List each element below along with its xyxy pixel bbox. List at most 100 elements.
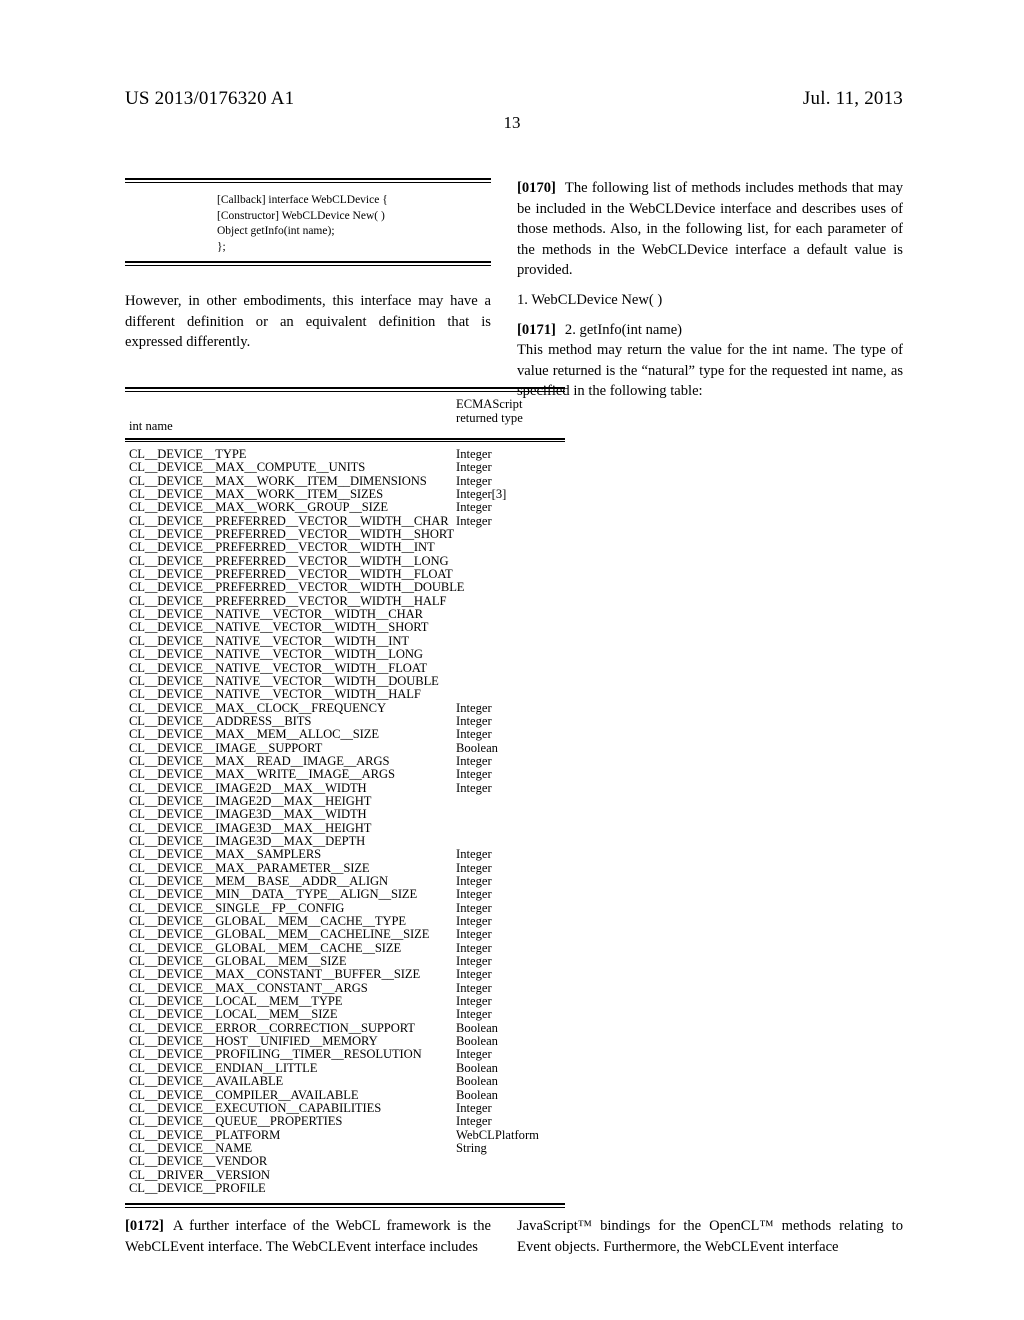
table-cell-returned-type: Boolean	[456, 1020, 498, 1035]
table-row: CL__DEVICE__IMAGE2D__MAX__HEIGHT	[125, 794, 565, 808]
code-block: [Callback] interface WebCLDevice { [Cons…	[125, 178, 491, 266]
table-cell-returned-type: Integer	[456, 447, 492, 461]
table-row: CL__DEVICE__IMAGE2D__MAX__WIDTH Integer	[125, 781, 565, 795]
table-cell-returned-type: Integer	[456, 967, 492, 982]
table-cell-returned-type: Integer	[456, 700, 492, 715]
table-row: CL__DEVICE__GLOBAL__MEM__CACHE__SIZE Inte…	[125, 940, 565, 955]
table-cell-int-name: CL__DEVICE__MAX__COMPUTE__UNITS	[129, 460, 366, 475]
table-cell-returned-type: WebCLPlatform	[456, 1127, 539, 1142]
table-cell-int-name: CL__DEVICE__ADDRESS__BITS	[129, 713, 312, 728]
table-row: CL__DEVICE__NATIVE__VECTOR__WIDTH__FLOAT	[125, 661, 565, 675]
table-row: CL__DEVICE__PREFERRED__VECTOR__WIDTH__CH…	[125, 514, 565, 528]
table-cell-int-name: CL__DEVICE__MAX__PARAMETER__SIZE	[129, 860, 370, 875]
table-row: CL__DEVICE__MAX__SAMPLERS Integer	[125, 847, 565, 862]
table-cell-int-name: CL__DEVICE__PREFERRED__VECTOR__WIDTH__DO…	[129, 580, 465, 595]
table-cell-returned-type: Integer	[456, 980, 492, 995]
table-cell-int-name: CL__DEVICE__IMAGE3D__MAX__HEIGHT	[129, 820, 372, 835]
table-cell-int-name: CL__DEVICE__GLOBAL__MEM__CACHE__SIZE	[129, 940, 402, 955]
paragraph-0171-item: 2. getInfo(int name)	[564, 321, 683, 338]
table-cell-int-name: CL__DEVICE__PLATFORM	[129, 1127, 281, 1142]
table-cell-int-name: CL__DEVICE__MIN__DATA__TYPE__ALIGN__SIZE	[129, 887, 418, 902]
table-header-returned-type-line1: ECMAScript	[456, 397, 523, 411]
table-row: CL__DEVICE__PREFERRED__VECTOR__WIDTH__DO…	[125, 580, 565, 595]
table-cell-int-name: CL__DEVICE__PROFILING__TIMER__RESOLUTION	[129, 1047, 422, 1062]
table-cell-returned-type: Integer	[456, 994, 492, 1009]
list-item-1: 1. WebCLDevice New( )	[517, 291, 663, 308]
table-row: CL__DEVICE__MAX__WORK__ITEM__DIMENSIONS I…	[125, 473, 565, 488]
table-cell-returned-type: Integer	[456, 473, 492, 488]
table-row: CL__DEVICE__PROFILE	[125, 1181, 565, 1195]
table-cell-int-name: CL__DEVICE__ENDIAN__LITTLE	[129, 1060, 318, 1075]
code-block-bottom-rule	[125, 261, 491, 266]
table-row: CL__DEVICE__PREFERRED__VECTOR__WIDTH__IN…	[125, 540, 565, 555]
table-cell-returned-type: Integer[3]	[456, 487, 507, 502]
paragraph-0170-text: The following list of methods includes m…	[517, 180, 903, 279]
code-line: [Constructor] WebCLDevice New( )	[217, 209, 385, 222]
table-row: CL__DEVICE__GLOBAL__MEM__SIZE Integer	[125, 954, 565, 968]
code-line: [Callback] interface WebCLDevice {	[217, 194, 388, 206]
table-row: CL__DEVICE__NATIVE__VECTOR__WIDTH__INT	[125, 633, 565, 648]
table-row: CL__DEVICE__MIN__DATA__TYPE__ALIGN__SIZE…	[125, 887, 565, 902]
table-cell-int-name: CL__DEVICE__PREFERRED__VECTOR__WIDTH__FL…	[129, 567, 453, 582]
table-cell-int-name: CL__DEVICE__NATIVE__VECTOR__WIDTH__INT	[129, 633, 409, 648]
table-cell-int-name: CL__DEVICE__COMPILER__AVAILABLE	[129, 1087, 359, 1102]
table-row: CL__DEVICE__PREFERRED__VECTOR__WIDTH__LO…	[125, 554, 565, 568]
table-cell-returned-type: Boolean	[456, 740, 498, 755]
table-header-returned-type-line2: returned type	[456, 410, 523, 425]
table-cell-returned-type: Integer	[456, 860, 492, 875]
table-cell-int-name: CL__DEVICE__NATIVE__VECTOR__WIDTH__DOUBL…	[129, 673, 439, 688]
paragraph-0172: [0172] A further interface of the WebCL f…	[125, 1216, 491, 1257]
table-row: CL__DEVICE__IMAGE__SUPPORT Boolean	[125, 740, 565, 755]
table-cell-returned-type: Integer	[456, 874, 492, 888]
table-row: CL__DEVICE__NAME String	[125, 1141, 565, 1155]
table-row: CL__DEVICE__EXECUTION__CAPABILITIES Integ…	[125, 1101, 565, 1115]
table-cell-int-name: CL__DEVICE__MAX__READ__IMAGE__ARGS	[129, 753, 390, 768]
table-cell-int-name: CL__DEVICE__NATIVE__VECTOR__WIDTH__CHAR	[129, 607, 423, 622]
table-cell-int-name: CL__DEVICE__PREFERRED__VECTOR__WIDTH__IN…	[129, 540, 435, 555]
left-paragraph: However, in other embodiments, this inte…	[125, 293, 491, 350]
table-row: CL__DEVICE__MAX__READ__IMAGE__ARGS Intege…	[125, 753, 565, 768]
table-cell-returned-type: Integer	[456, 914, 492, 929]
table-cell-int-name: CL__DEVICE__PREFERRED__VECTOR__WIDTH__HA…	[129, 593, 447, 608]
table-row: CL__DEVICE__SINGLE__FP__CONFIG Integer	[125, 901, 565, 915]
table-cell-int-name: CL__DRIVER__VERSION	[129, 1167, 270, 1182]
paragraph-0171-text: This method may return the value for the…	[517, 342, 903, 400]
table-row: CL__DEVICE__GLOBAL__MEM__CACHE__TYPE Inte…	[125, 914, 565, 929]
table-cell-int-name: CL__DEVICE__IMAGE3D__MAX__WIDTH	[129, 807, 367, 822]
publication-date: Jul. 11, 2013	[802, 88, 903, 109]
table-cell-returned-type: Integer	[456, 887, 492, 902]
table-cell-returned-type: Integer	[456, 1047, 492, 1062]
table-cell-returned-type: Integer	[456, 767, 492, 782]
left-column: [Callback] interface WebCLDevice { [Cons…	[125, 178, 491, 353]
footer-left-column: [0172] A further interface of the WebCL f…	[125, 1216, 491, 1257]
int-name-type-table: int name ECMAScript returned type CL__DE…	[125, 387, 565, 1209]
table-cell-int-name: CL__DEVICE__MAX__WRITE__IMAGE__ARGS	[129, 767, 395, 782]
table-cell-returned-type: Boolean	[456, 1034, 498, 1049]
table-row: CL__DEVICE__TYPE Integer	[125, 447, 565, 461]
table-row: CL__DEVICE__LOCAL__MEM__TYPE Integer	[125, 994, 565, 1009]
footer-right-column: JavaScript™ bindings for the OpenCL™ met…	[517, 1216, 903, 1257]
paragraph-0171-heading: [0171] 2. getInfo(int name)	[517, 320, 903, 341]
table-row: CL__DEVICE__PREFERRED__VECTOR__WIDTH__HA…	[125, 593, 565, 608]
page-number: 13	[503, 113, 521, 132]
table-row: CL__DEVICE__ERROR__CORRECTION__SUPPORT Bo…	[125, 1020, 565, 1035]
table-cell-returned-type: Integer	[456, 1007, 492, 1022]
table-cell-int-name: CL__DEVICE__PREFERRED__VECTOR__WIDTH__SH…	[129, 527, 454, 542]
table-row: CL__DEVICE__ADDRESS__BITS Integer	[125, 713, 565, 728]
table-bottom-rule	[125, 1203, 565, 1209]
table-row: CL__DEVICE__MAX__WRITE__IMAGE__ARGS Integ…	[125, 767, 565, 782]
table-cell-returned-type: Integer	[456, 940, 492, 955]
table-cell-int-name: CL__DEVICE__HOST__UNIFIED__MEMORY	[129, 1034, 378, 1049]
table-row: CL__DEVICE__MAX__MEM__ALLOC__SIZE Integer	[125, 727, 565, 742]
table-cell-returned-type: Integer	[456, 753, 492, 768]
table-cell-returned-type: Integer	[456, 847, 492, 862]
table-cell-int-name: CL__DEVICE__MAX__WORK__GROUP__SIZE	[129, 500, 388, 515]
table-cell-int-name: CL__DEVICE__GLOBAL__MEM__CACHE__TYPE	[129, 914, 406, 929]
table-cell-int-name: CL__DEVICE__TYPE	[129, 447, 247, 461]
table-cell-int-name: CL__DEVICE__MAX__MEM__ALLOC__SIZE	[129, 727, 379, 742]
table-row: CL__DEVICE__MAX__CLOCK__FREQUENCY Integer	[125, 700, 565, 715]
table-cell-int-name: CL__DEVICE__MEM__BASE__ADDR__ALIGN	[129, 874, 388, 888]
paragraph-tag-0171: [0171]	[517, 321, 556, 338]
table-row: CL__DEVICE__PREFERRED__VECTOR__WIDTH__FL…	[125, 567, 565, 582]
table-row: CL__DEVICE__MAX__WORK__GROUP__SIZE Intege…	[125, 500, 565, 515]
